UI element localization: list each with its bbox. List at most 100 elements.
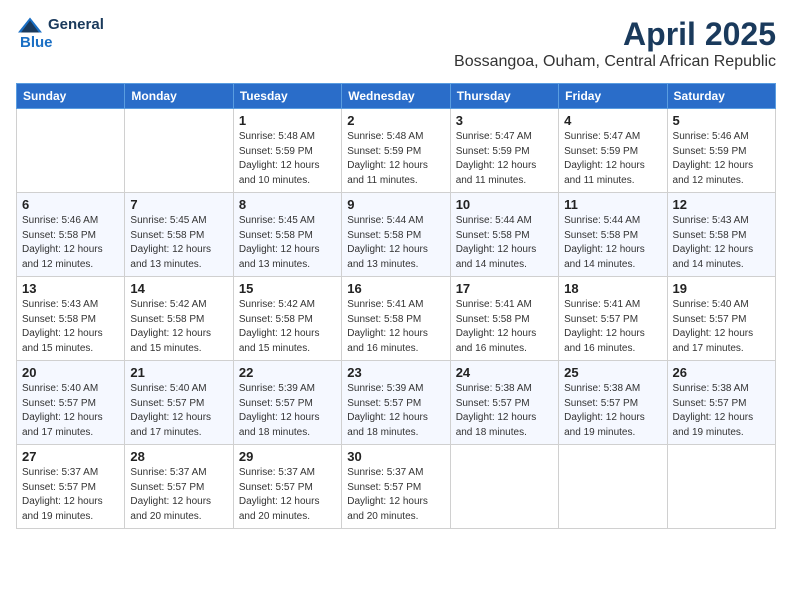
day-info: Sunrise: 5:41 AM Sunset: 5:58 PM Dayligh… bbox=[347, 298, 444, 356]
calendar-cell bbox=[667, 445, 775, 529]
calendar-cell: 22 Sunrise: 5:39 AM Sunset: 5:57 PM Dayli… bbox=[233, 361, 341, 445]
calendar-cell: 30 Sunrise: 5:37 AM Sunset: 5:57 PM Dayli… bbox=[342, 445, 450, 529]
day-info: Sunrise: 5:47 AM Sunset: 5:59 PM Dayligh… bbox=[564, 130, 661, 188]
calendar: SundayMondayTuesdayWednesdayThursdayFrid… bbox=[16, 83, 776, 529]
col-header-friday: Friday bbox=[559, 84, 667, 109]
calendar-cell: 24 Sunrise: 5:38 AM Sunset: 5:57 PM Dayli… bbox=[450, 361, 558, 445]
day-number: 12 bbox=[673, 197, 770, 212]
col-header-sunday: Sunday bbox=[17, 84, 125, 109]
calendar-cell: 13Sunrise: 5:43 AM Sunset: 5:58 PM Dayli… bbox=[17, 277, 125, 361]
day-info: Sunrise: 5:48 AM Sunset: 5:59 PM Dayligh… bbox=[347, 130, 444, 188]
calendar-week-row: 6 Sunrise: 5:46 AM Sunset: 5:58 PM Daylig… bbox=[17, 193, 776, 277]
day-number: 21 bbox=[130, 365, 227, 380]
day-info: Sunrise: 5:42 AM Sunset: 5:58 PM Dayligh… bbox=[239, 298, 336, 356]
calendar-cell: 15 Sunrise: 5:42 AM Sunset: 5:58 PM Dayli… bbox=[233, 277, 341, 361]
month-title: April 2025 bbox=[454, 16, 776, 53]
col-header-monday: Monday bbox=[125, 84, 233, 109]
day-number: 6 bbox=[22, 197, 119, 212]
calendar-cell: 16 Sunrise: 5:41 AM Sunset: 5:58 PM Dayli… bbox=[342, 277, 450, 361]
day-number: 23 bbox=[347, 365, 444, 380]
day-info: Sunrise: 5:38 AM Sunset: 5:57 PM Dayligh… bbox=[456, 382, 553, 440]
day-info: Sunrise: 5:38 AM Sunset: 5:57 PM Dayligh… bbox=[564, 382, 661, 440]
day-info: Sunrise: 5:44 AM Sunset: 5:58 PM Dayligh… bbox=[347, 214, 444, 272]
day-info: Sunrise: 5:45 AM Sunset: 5:58 PM Dayligh… bbox=[130, 214, 227, 272]
day-info: Sunrise: 5:37 AM Sunset: 5:57 PM Dayligh… bbox=[22, 466, 119, 524]
day-info: Sunrise: 5:44 AM Sunset: 5:58 PM Dayligh… bbox=[456, 214, 553, 272]
day-info: Sunrise: 5:40 AM Sunset: 5:57 PM Dayligh… bbox=[22, 382, 119, 440]
calendar-cell: 20 Sunrise: 5:40 AM Sunset: 5:57 PM Dayli… bbox=[17, 361, 125, 445]
calendar-cell: 27 Sunrise: 5:37 AM Sunset: 5:57 PM Dayli… bbox=[17, 445, 125, 529]
day-number: 5 bbox=[673, 113, 770, 128]
calendar-cell: 5 Sunrise: 5:46 AM Sunset: 5:59 PM Daylig… bbox=[667, 109, 775, 193]
day-number: 4 bbox=[564, 113, 661, 128]
day-info: Sunrise: 5:47 AM Sunset: 5:59 PM Dayligh… bbox=[456, 130, 553, 188]
day-number: 18 bbox=[564, 281, 661, 296]
calendar-week-row: 20 Sunrise: 5:40 AM Sunset: 5:57 PM Dayli… bbox=[17, 361, 776, 445]
day-number: 11 bbox=[564, 197, 661, 212]
day-info: Sunrise: 5:37 AM Sunset: 5:57 PM Dayligh… bbox=[347, 466, 444, 524]
day-info: Sunrise: 5:43 AM Sunset: 5:58 PM Dayligh… bbox=[22, 298, 119, 356]
calendar-cell: 19 Sunrise: 5:40 AM Sunset: 5:57 PM Dayli… bbox=[667, 277, 775, 361]
location-title: Bossangoa, Ouham, Central African Republ… bbox=[454, 53, 776, 71]
day-number: 30 bbox=[347, 449, 444, 464]
calendar-cell bbox=[450, 445, 558, 529]
calendar-cell: 28 Sunrise: 5:37 AM Sunset: 5:57 PM Dayli… bbox=[125, 445, 233, 529]
day-info: Sunrise: 5:37 AM Sunset: 5:57 PM Dayligh… bbox=[239, 466, 336, 524]
day-info: Sunrise: 5:38 AM Sunset: 5:57 PM Dayligh… bbox=[673, 382, 770, 440]
col-header-tuesday: Tuesday bbox=[233, 84, 341, 109]
day-number: 19 bbox=[673, 281, 770, 296]
day-info: Sunrise: 5:41 AM Sunset: 5:58 PM Dayligh… bbox=[456, 298, 553, 356]
calendar-cell: 2Sunrise: 5:48 AM Sunset: 5:59 PM Daylig… bbox=[342, 109, 450, 193]
calendar-cell bbox=[17, 109, 125, 193]
calendar-cell bbox=[125, 109, 233, 193]
day-number: 26 bbox=[673, 365, 770, 380]
day-number: 15 bbox=[239, 281, 336, 296]
calendar-cell: 25 Sunrise: 5:38 AM Sunset: 5:57 PM Dayli… bbox=[559, 361, 667, 445]
calendar-week-row: 27 Sunrise: 5:37 AM Sunset: 5:57 PM Dayli… bbox=[17, 445, 776, 529]
day-info: Sunrise: 5:46 AM Sunset: 5:59 PM Dayligh… bbox=[673, 130, 770, 188]
day-info: Sunrise: 5:43 AM Sunset: 5:58 PM Dayligh… bbox=[673, 214, 770, 272]
day-number: 25 bbox=[564, 365, 661, 380]
calendar-cell: 29 Sunrise: 5:37 AM Sunset: 5:57 PM Dayli… bbox=[233, 445, 341, 529]
calendar-cell: 17 Sunrise: 5:41 AM Sunset: 5:58 PM Dayli… bbox=[450, 277, 558, 361]
day-info: Sunrise: 5:42 AM Sunset: 5:58 PM Dayligh… bbox=[130, 298, 227, 356]
calendar-cell: 4 Sunrise: 5:47 AM Sunset: 5:59 PM Daylig… bbox=[559, 109, 667, 193]
calendar-cell bbox=[559, 445, 667, 529]
day-info: Sunrise: 5:40 AM Sunset: 5:57 PM Dayligh… bbox=[130, 382, 227, 440]
day-info: Sunrise: 5:46 AM Sunset: 5:58 PM Dayligh… bbox=[22, 214, 119, 272]
day-number: 22 bbox=[239, 365, 336, 380]
calendar-cell: 1 Sunrise: 5:48 AM Sunset: 5:59 PM Daylig… bbox=[233, 109, 341, 193]
calendar-cell: 14Sunrise: 5:42 AM Sunset: 5:58 PM Dayli… bbox=[125, 277, 233, 361]
day-number: 17 bbox=[456, 281, 553, 296]
day-number: 16 bbox=[347, 281, 444, 296]
day-number: 20 bbox=[22, 365, 119, 380]
day-number: 29 bbox=[239, 449, 336, 464]
calendar-header-row: SundayMondayTuesdayWednesdayThursdayFrid… bbox=[17, 84, 776, 109]
day-info: Sunrise: 5:40 AM Sunset: 5:57 PM Dayligh… bbox=[673, 298, 770, 356]
calendar-cell: 23 Sunrise: 5:39 AM Sunset: 5:57 PM Dayli… bbox=[342, 361, 450, 445]
day-info: Sunrise: 5:41 AM Sunset: 5:57 PM Dayligh… bbox=[564, 298, 661, 356]
day-number: 24 bbox=[456, 365, 553, 380]
day-number: 7 bbox=[130, 197, 227, 212]
calendar-week-row: 1 Sunrise: 5:48 AM Sunset: 5:59 PM Daylig… bbox=[17, 109, 776, 193]
calendar-cell: 12 Sunrise: 5:43 AM Sunset: 5:58 PM Dayli… bbox=[667, 193, 775, 277]
calendar-cell: 6 Sunrise: 5:46 AM Sunset: 5:58 PM Daylig… bbox=[17, 193, 125, 277]
day-info: Sunrise: 5:37 AM Sunset: 5:57 PM Dayligh… bbox=[130, 466, 227, 524]
day-info: Sunrise: 5:44 AM Sunset: 5:58 PM Dayligh… bbox=[564, 214, 661, 272]
day-info: Sunrise: 5:45 AM Sunset: 5:58 PM Dayligh… bbox=[239, 214, 336, 272]
calendar-cell: 7 Sunrise: 5:45 AM Sunset: 5:58 PM Daylig… bbox=[125, 193, 233, 277]
day-number: 27 bbox=[22, 449, 119, 464]
col-header-thursday: Thursday bbox=[450, 84, 558, 109]
header: General Blue April 2025 Bossangoa, Ouham… bbox=[16, 16, 776, 71]
day-info: Sunrise: 5:39 AM Sunset: 5:57 PM Dayligh… bbox=[347, 382, 444, 440]
day-number: 1 bbox=[239, 113, 336, 128]
calendar-cell: 26 Sunrise: 5:38 AM Sunset: 5:57 PM Dayli… bbox=[667, 361, 775, 445]
day-number: 28 bbox=[130, 449, 227, 464]
day-info: Sunrise: 5:48 AM Sunset: 5:59 PM Dayligh… bbox=[239, 130, 336, 188]
logo: General Blue bbox=[16, 16, 104, 52]
logo-general-text: General bbox=[48, 16, 104, 34]
day-info: Sunrise: 5:39 AM Sunset: 5:57 PM Dayligh… bbox=[239, 382, 336, 440]
calendar-cell: 11 Sunrise: 5:44 AM Sunset: 5:58 PM Dayli… bbox=[559, 193, 667, 277]
calendar-cell: 8Sunrise: 5:45 AM Sunset: 5:58 PM Daylig… bbox=[233, 193, 341, 277]
calendar-cell: 21 Sunrise: 5:40 AM Sunset: 5:57 PM Dayli… bbox=[125, 361, 233, 445]
